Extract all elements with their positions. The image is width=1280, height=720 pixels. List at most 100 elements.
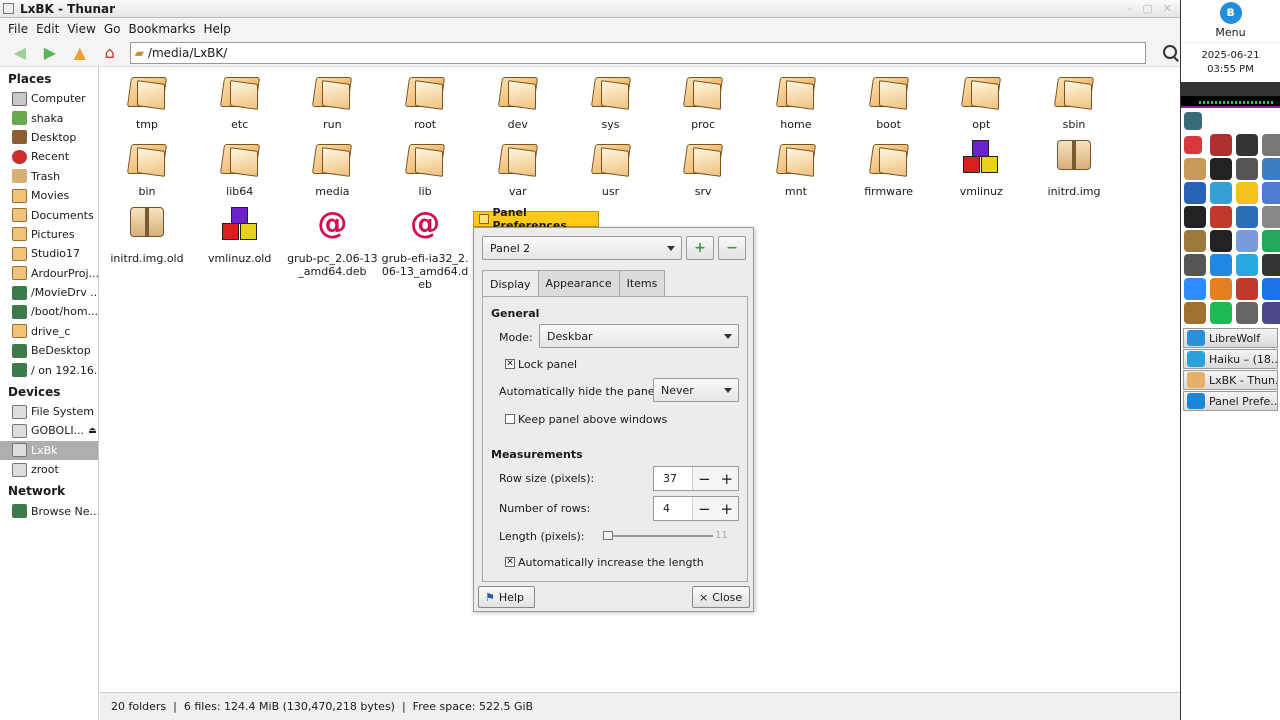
file-item[interactable]: @ grub-efi-ia32_2.06-13_amd64.deb: [379, 201, 471, 292]
window-close-icon[interactable]: [3, 3, 14, 14]
sidebar-item[interactable]: LxBk: [0, 440, 98, 461]
mixer-icon[interactable]: [1236, 230, 1258, 252]
tool-icon[interactable]: [1236, 302, 1258, 324]
headphones-icon[interactable]: [1262, 278, 1280, 300]
search-icon[interactable]: [1162, 44, 1180, 62]
titlebar[interactable]: LxBK - Thunar – ▢ ✕: [0, 0, 1180, 18]
vlc-icon[interactable]: [1210, 278, 1232, 300]
auto-length-checkbox[interactable]: ✕: [505, 557, 515, 567]
help-button[interactable]: ⚑ Help: [478, 586, 535, 608]
cube-icon[interactable]: [1262, 158, 1280, 180]
minus-icon[interactable]: −: [693, 497, 716, 520]
sidebar-item[interactable]: Desktop: [0, 128, 98, 147]
drive-icon[interactable]: [1236, 158, 1258, 180]
row-size-spinner[interactable]: 37 − +: [653, 466, 739, 491]
file-item[interactable]: dev: [472, 67, 564, 131]
row-size-value[interactable]: 37: [654, 467, 694, 490]
clock[interactable]: 2025-06-21 03:55 PM: [1181, 42, 1280, 80]
slider-handle[interactable]: [603, 531, 613, 540]
forward-arrow-icon[interactable]: ▶: [40, 43, 60, 63]
file-item[interactable]: sbin: [1028, 67, 1120, 131]
file-item[interactable]: root: [379, 67, 471, 131]
plus-icon[interactable]: +: [715, 497, 738, 520]
circle-icon[interactable]: [1210, 182, 1232, 204]
sidebar-item[interactable]: /boot/hom...: [0, 302, 98, 321]
length-slider[interactable]: [603, 531, 713, 540]
file-item[interactable]: usr: [565, 134, 657, 198]
dialog-close-box-icon[interactable]: [479, 214, 489, 224]
task-button[interactable]: Panel Prefe...: [1183, 391, 1278, 411]
satellite-icon[interactable]: [1236, 206, 1258, 228]
minus-icon[interactable]: −: [693, 467, 716, 490]
warning-icon[interactable]: [1236, 278, 1258, 300]
obs-icon[interactable]: [1210, 158, 1232, 180]
file-item[interactable]: run: [286, 67, 378, 131]
tab-display[interactable]: Display: [482, 270, 539, 297]
autohide-select[interactable]: Never: [653, 378, 739, 402]
file-item[interactable]: boot: [843, 67, 935, 131]
archive-icon[interactable]: [1184, 230, 1206, 252]
file-item[interactable]: sys: [565, 67, 657, 131]
keep-above-checkbox[interactable]: [505, 414, 515, 424]
sidebar-item[interactable]: / on 192.16...: [0, 360, 98, 379]
task-button[interactable]: LxBK - Thun...: [1183, 370, 1278, 390]
file-item[interactable]: srv: [657, 134, 749, 198]
sidebar-item[interactable]: ArdourProj...: [0, 264, 98, 283]
sidebar-item[interactable]: Pictures: [0, 225, 98, 244]
app-menu-button[interactable]: ʙ Menu: [1181, 0, 1280, 42]
popcorn-icon[interactable]: [1210, 206, 1232, 228]
box-icon[interactable]: [1262, 206, 1280, 228]
eject-icon[interactable]: ⏏: [88, 426, 97, 436]
spotify-icon[interactable]: [1210, 302, 1232, 324]
panel-select[interactable]: Panel 2: [482, 236, 682, 260]
calculator-icon[interactable]: [1262, 182, 1280, 204]
sidebar-item[interactable]: BeDesktop: [0, 341, 98, 360]
task-button[interactable]: LibreWolf: [1183, 328, 1278, 348]
up-arrow-icon[interactable]: ▲: [70, 43, 90, 63]
location-bar[interactable]: ▰ /media/LxBK/: [129, 41, 1147, 64]
mode-select[interactable]: Deskbar: [539, 324, 739, 348]
menu-view[interactable]: View: [63, 22, 99, 36]
file-item[interactable]: tmp: [101, 67, 193, 131]
maximize-icon[interactable]: ▢: [1142, 2, 1152, 15]
home-icon[interactable]: ⌂: [100, 43, 120, 63]
speaker-icon[interactable]: [1184, 254, 1206, 276]
file-item[interactable]: lib64: [194, 134, 286, 198]
plus-icon[interactable]: +: [715, 467, 738, 490]
magnifier-icon[interactable]: [1262, 134, 1280, 156]
sidebar-item[interactable]: GOBOLI... ⏏: [0, 421, 98, 440]
file-item[interactable]: opt: [935, 67, 1027, 131]
remove-panel-button[interactable]: −: [718, 236, 746, 260]
file-item[interactable]: firmware: [843, 134, 935, 198]
script-icon[interactable]: [1210, 230, 1232, 252]
file-item[interactable]: initrd.img: [1028, 134, 1120, 198]
sidebar-item[interactable]: Recent: [0, 147, 98, 166]
task-button[interactable]: Haiku – (18...: [1183, 349, 1278, 369]
printer-icon[interactable]: [1210, 134, 1232, 156]
menu-edit[interactable]: Edit: [32, 22, 63, 36]
tab-appearance[interactable]: Appearance: [537, 270, 620, 296]
file-item[interactable]: media: [286, 134, 378, 198]
network-icon[interactable]: [1184, 112, 1202, 130]
rows-value[interactable]: 4: [654, 497, 694, 520]
dialog-title-tab[interactable]: Panel Preferences: [473, 206, 599, 232]
book-icon[interactable]: [1210, 254, 1232, 276]
sidebar-item[interactable]: Trash: [0, 167, 98, 186]
file-item[interactable]: vmlinuz: [935, 134, 1027, 198]
file-item[interactable]: bin: [101, 134, 193, 198]
file-item[interactable]: proc: [657, 67, 749, 131]
menu-go[interactable]: Go: [100, 22, 125, 36]
sidebar-item[interactable]: Computer: [0, 89, 98, 108]
back-arrow-icon[interactable]: ◀: [10, 43, 30, 63]
globe-icon[interactable]: [1184, 182, 1206, 204]
menu-file[interactable]: File: [4, 22, 32, 36]
menu-help[interactable]: Help: [200, 22, 235, 36]
menu-bookmarks[interactable]: Bookmarks: [124, 22, 199, 36]
compass-icon[interactable]: [1262, 230, 1280, 252]
tab-items[interactable]: Items: [618, 270, 666, 296]
file-item[interactable]: var: [472, 134, 564, 198]
record-icon[interactable]: [1184, 136, 1202, 154]
file-item[interactable]: initrd.img.old: [101, 201, 193, 265]
file-item[interactable]: home: [750, 67, 842, 131]
tools-icon[interactable]: [1184, 302, 1206, 324]
